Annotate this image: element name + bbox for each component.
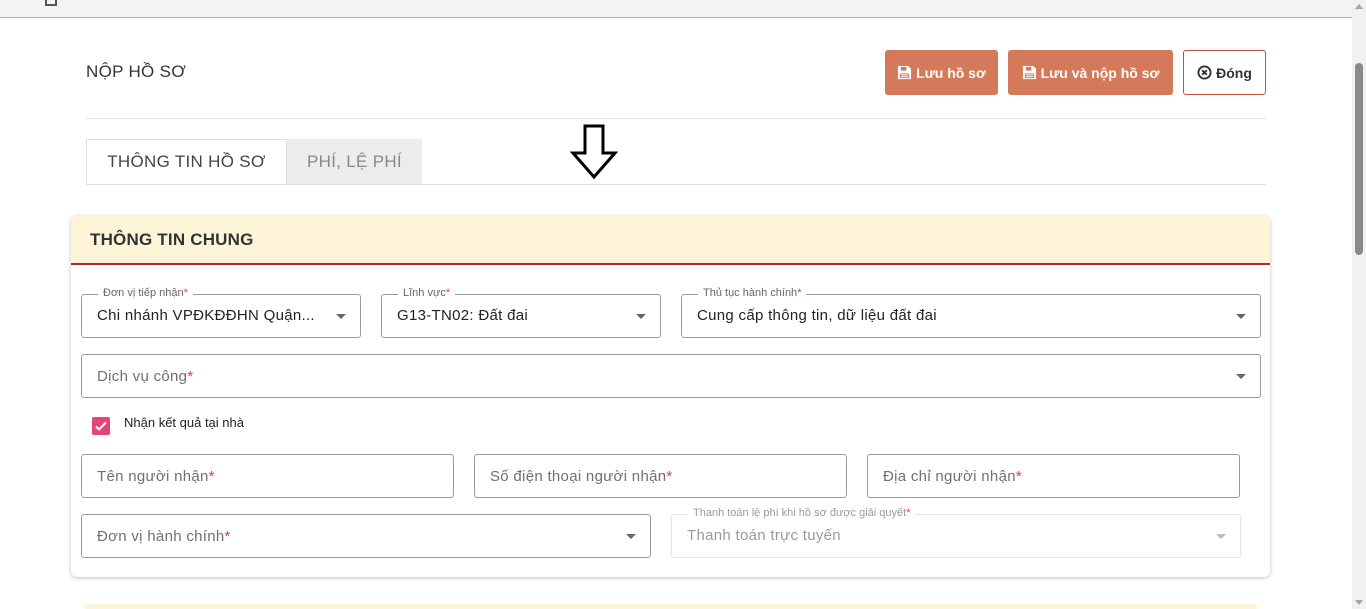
tab-underline	[86, 184, 1266, 185]
caret-down-icon[interactable]	[1236, 374, 1246, 379]
field-placeholder: Đơn vị hành chính*	[97, 528, 231, 545]
tab-thong-tin-ho-so[interactable]: THÔNG TIN HỒ SƠ	[86, 139, 287, 185]
divider	[86, 118, 1266, 119]
save-button-label: Lưu hồ sơ	[916, 64, 986, 81]
section-title: THÔNG TIN CHUNG	[90, 230, 254, 249]
caret-down-icon[interactable]	[626, 534, 636, 539]
field-label: Đơn vị tiếp nhận*	[98, 287, 193, 299]
field-value: Thanh toán trực tuyến	[687, 527, 841, 544]
close-button[interactable]: Đóng	[1183, 50, 1266, 95]
caret-down-icon[interactable]	[1236, 314, 1246, 319]
check-icon	[95, 421, 107, 431]
dich-vu-cong-select[interactable]: Dịch vụ công*	[81, 354, 1261, 398]
field-value: G13-TN02: Đất đai	[397, 307, 528, 324]
dia-chi-input[interactable]: Địa chỉ người nhận*	[867, 454, 1240, 498]
caret-down-icon[interactable]	[636, 314, 646, 319]
ten-nguoi-nhan-input[interactable]: Tên người nhận*	[81, 454, 454, 498]
field-value: Cung cấp thông tin, dữ liệu đất đai	[697, 307, 937, 324]
field-placeholder: Tên người nhận*	[97, 468, 215, 485]
top-navigation-bar	[0, 0, 1352, 18]
field-placeholder: Dịch vụ công*	[97, 368, 194, 385]
scroll-up-icon[interactable]	[1355, 4, 1363, 9]
save-and-submit-button[interactable]: Lưu và nộp hồ sơ	[1008, 50, 1173, 95]
field-label: Thanh toán lệ phí khi hồ sơ được giải qu…	[688, 507, 916, 519]
menu-icon[interactable]	[45, 0, 57, 6]
save-button[interactable]: Lưu hồ sơ	[885, 50, 998, 95]
field-placeholder: Địa chỉ người nhận*	[883, 468, 1022, 485]
caret-down-icon[interactable]	[336, 314, 346, 319]
don-vi-hanh-chinh-select[interactable]: Đơn vị hành chính*	[81, 514, 651, 558]
tab-phi-le-phi[interactable]: PHÍ, LỆ PHÍ	[287, 139, 422, 185]
so-dien-thoai-input[interactable]: Số điện thoại người nhận*	[474, 454, 847, 498]
save-and-submit-button-label: Lưu và nộp hồ sơ	[1040, 64, 1160, 81]
field-value: Chi nhánh VPĐKĐĐHN Quận...	[97, 307, 315, 324]
scrollbar-thumb[interactable]	[1355, 63, 1363, 255]
thanh-toan-select: Thanh toán lệ phí khi hồ sơ được giải qu…	[671, 507, 1241, 558]
floppy-disk-icon	[898, 65, 912, 80]
field-placeholder: Số điện thoại người nhận*	[490, 468, 673, 485]
down-arrow-cursor-icon	[570, 124, 618, 180]
nhan-ket-qua-label[interactable]: Nhận kết quả tại nhà	[124, 415, 244, 430]
thu-tuc-hanh-chinh-select[interactable]: Thủ tục hành chính* Cung cấp thông tin, …	[681, 287, 1261, 338]
close-button-label: Đóng	[1216, 64, 1252, 81]
section-header: THÔNG TIN CHUNG	[71, 216, 1270, 265]
page-scrollbar[interactable]	[1352, 0, 1366, 609]
caret-down-icon	[1216, 534, 1226, 539]
scroll-down-icon[interactable]	[1355, 600, 1363, 605]
circle-x-icon	[1197, 65, 1212, 80]
nhan-ket-qua-checkbox[interactable]	[92, 417, 110, 435]
don-vi-tiep-nhan-select[interactable]: Đơn vị tiếp nhận* Chi nhánh VPĐKĐĐHN Quậ…	[81, 287, 361, 338]
field-label: Lĩnh vực*	[398, 287, 456, 299]
next-section-header	[85, 604, 1257, 609]
field-label: Thủ tục hành chính*	[698, 287, 807, 299]
floppy-disk-icon	[1022, 65, 1036, 80]
linh-vuc-select[interactable]: Lĩnh vực* G13-TN02: Đất đai	[381, 287, 661, 338]
page-title: NỘP HỒ SƠ	[86, 62, 187, 81]
